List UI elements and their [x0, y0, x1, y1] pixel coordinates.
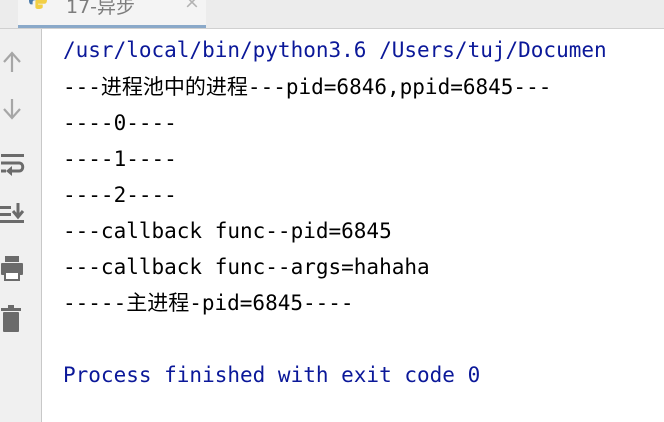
- console-toolbar: [0, 29, 42, 422]
- output-line: -----主进程-pid=6845----: [63, 291, 354, 315]
- output-line: ----2----: [63, 183, 177, 207]
- arrow-up-icon[interactable]: [0, 45, 26, 75]
- trash-icon[interactable]: [0, 305, 26, 335]
- output-line: ----1----: [63, 147, 177, 171]
- run-command-line: /usr/local/bin/python3.6 /Users/tuj/Docu…: [63, 38, 607, 62]
- run-tab-bar: 17-异步 ×: [0, 0, 664, 29]
- close-tab-icon[interactable]: ×: [184, 0, 200, 13]
- output-line: ---callback func--pid=6845: [63, 219, 392, 243]
- output-line: ---进程池中的进程---pid=6846,ppid=6845---: [63, 75, 552, 99]
- scroll-to-end-icon[interactable]: [0, 200, 26, 230]
- python-icon: [28, 0, 48, 10]
- exit-status-line: Process finished with exit code 0: [63, 363, 481, 387]
- run-tab[interactable]: 17-异步 ×: [18, 0, 206, 28]
- output-line: ----0----: [63, 111, 177, 135]
- run-tab-title: 17-异步: [66, 0, 136, 18]
- output-line: ---callback func--args=hahaha: [63, 255, 430, 279]
- arrow-down-icon[interactable]: [0, 96, 26, 126]
- console-output[interactable]: /usr/local/bin/python3.6 /Users/tuj/Docu…: [42, 29, 664, 422]
- soft-wrap-icon[interactable]: [0, 150, 26, 180]
- print-icon[interactable]: [0, 253, 26, 283]
